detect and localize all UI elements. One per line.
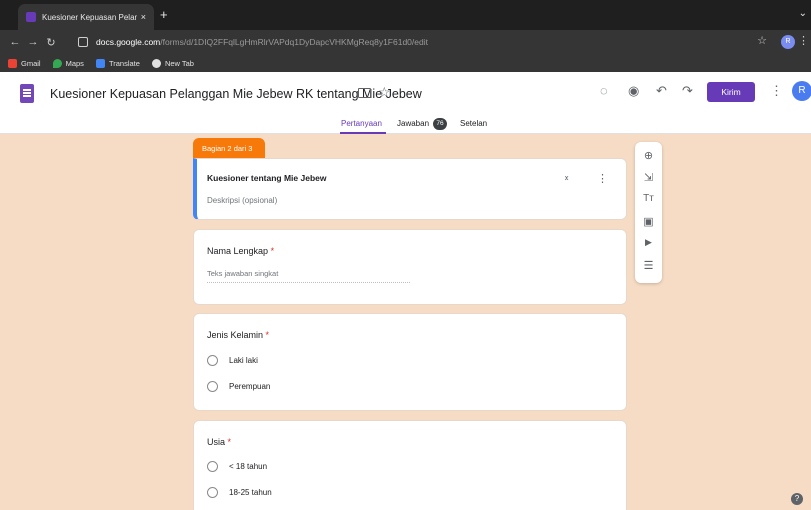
forward-icon[interactable]: → (24, 36, 42, 48)
radio-circle-icon[interactable] (207, 461, 218, 472)
redo-icon[interactable]: ↷ (682, 83, 693, 99)
bookmark-label: Translate (108, 58, 140, 68)
browser-profile-avatar[interactable]: R (781, 35, 795, 49)
bookmark-gmail[interactable]: Gmail (8, 58, 41, 68)
radio-option[interactable]: 18-25 tahun (207, 487, 272, 498)
new-tab-icon[interactable]: + (160, 7, 168, 22)
address-bar[interactable]: docs.google.com /forms/d/1DIQ2FFqlLgHmRl… (78, 33, 768, 51)
reload-icon[interactable]: ↻ (42, 36, 60, 49)
bookmark-maps[interactable]: Maps (52, 58, 84, 68)
browser-menu-icon[interactable]: ⋮ (798, 34, 809, 47)
required-asterisk: * (265, 330, 270, 340)
option-label: Laki laki (229, 356, 258, 365)
tab-settings[interactable]: Setelan (460, 119, 487, 128)
form-editor: Bagian 2 dari 3 Kuesioner tentang Mie Je… (0, 134, 811, 510)
maps-icon (52, 58, 62, 68)
tab-search-icon[interactable]: ⌄ (799, 8, 807, 19)
preview-eye-icon[interactable]: ◉ (628, 83, 639, 99)
question-title[interactable]: Nama Lengkap * (207, 246, 274, 256)
floating-toolbar: ⊕ ⇲ Tт ▣ ▶ ☰ (635, 142, 662, 283)
short-answer-field: Teks jawaban singkat (207, 269, 410, 283)
required-asterisk: * (270, 246, 275, 256)
radio-option[interactable]: < 18 tahun (207, 461, 267, 472)
radio-circle-icon[interactable] (207, 355, 218, 366)
option-label: Perempuan (229, 382, 271, 391)
send-button[interactable]: Kirim (707, 82, 755, 102)
tab-responses[interactable]: Jawaban (397, 119, 429, 128)
add-video-icon[interactable]: ▶ (635, 237, 662, 248)
undo-icon[interactable]: ↶ (656, 83, 667, 99)
section-label: Bagian 2 dari 3 (193, 138, 265, 158)
question-card[interactable]: Usia * < 18 tahun 18-25 tahun (193, 420, 627, 510)
form-tabs: Pertanyaan Jawaban 76 Setelan (0, 118, 811, 134)
bookmark-new-tab[interactable]: New Tab (151, 58, 194, 68)
option-label: 18-25 tahun (229, 488, 272, 497)
add-image-icon[interactable]: ▣ (635, 215, 662, 228)
browser-toolbar: ← → ↻ docs.google.com /forms/d/1DIQ2FFql… (0, 30, 811, 54)
radio-option[interactable]: Perempuan (207, 381, 270, 392)
gmail-icon (8, 58, 17, 68)
globe-icon (151, 58, 161, 68)
radio-option[interactable]: Laki laki (207, 355, 258, 366)
star-icon[interactable]: ☆ (378, 84, 391, 101)
url-path: /forms/d/1DIQ2FFqlLgHmRlrVAPdq1DyDapcVHK… (160, 37, 428, 47)
forms-favicon-icon (26, 12, 36, 22)
question-card[interactable]: Nama Lengkap * Teks jawaban singkat (193, 229, 627, 305)
url-host: docs.google.com (96, 37, 161, 47)
more-options-icon[interactable]: ⋮ (770, 83, 783, 99)
tab-close-icon[interactable]: × (141, 12, 146, 22)
bookmark-star-icon[interactable]: ☆ (757, 34, 767, 47)
add-section-icon[interactable]: ☰ (635, 259, 662, 272)
section-menu-icon[interactable]: ⋮ (597, 172, 608, 185)
bookmark-label: Maps (65, 58, 84, 68)
palette-icon[interactable]: ◌ (600, 83, 608, 98)
responses-count-badge: 76 (433, 118, 447, 130)
add-question-icon[interactable]: ⊕ (635, 149, 662, 162)
option-label: < 18 tahun (229, 462, 268, 471)
translate-icon (95, 58, 105, 68)
required-asterisk: * (227, 437, 232, 447)
back-icon[interactable]: ← (6, 36, 24, 48)
browser-tab-bar: Kuesioner Kepuasan Pelangg... × + ⌄ (0, 0, 811, 30)
bookmark-label: Gmail (21, 58, 41, 68)
folder-icon[interactable] (358, 88, 371, 98)
tab-questions[interactable]: Pertanyaan (341, 119, 382, 128)
section-title[interactable]: Kuesioner tentang Mie Jebew (207, 173, 327, 183)
question-title[interactable]: Usia * (207, 437, 231, 447)
section-description-field[interactable]: Deskripsi (opsional) (207, 196, 277, 205)
help-icon[interactable]: ? (791, 493, 803, 505)
collapse-section-icon[interactable]: ⌄ ⌃ (563, 172, 570, 186)
radio-circle-icon[interactable] (207, 487, 218, 498)
section-header-card[interactable]: Kuesioner tentang Mie Jebew Deskripsi (o… (193, 158, 627, 220)
question-title[interactable]: Jenis Kelamin * (207, 330, 269, 340)
add-title-icon[interactable]: Tт (635, 193, 662, 204)
tab-title: Kuesioner Kepuasan Pelangg... (42, 12, 137, 22)
bookmark-label: New Tab (164, 58, 194, 68)
import-questions-icon[interactable]: ⇲ (635, 171, 662, 184)
site-info-icon[interactable] (78, 37, 88, 47)
bookmarks-bar: Gmail Maps Translate New Tab (0, 54, 811, 72)
radio-circle-icon[interactable] (207, 381, 218, 392)
user-avatar[interactable]: R (792, 81, 811, 101)
browser-tab[interactable]: Kuesioner Kepuasan Pelangg... × (18, 4, 154, 30)
forms-logo-icon[interactable] (20, 84, 34, 103)
question-card[interactable]: Jenis Kelamin * Laki laki Perempuan (193, 313, 627, 411)
bookmark-translate[interactable]: Translate (95, 58, 140, 68)
